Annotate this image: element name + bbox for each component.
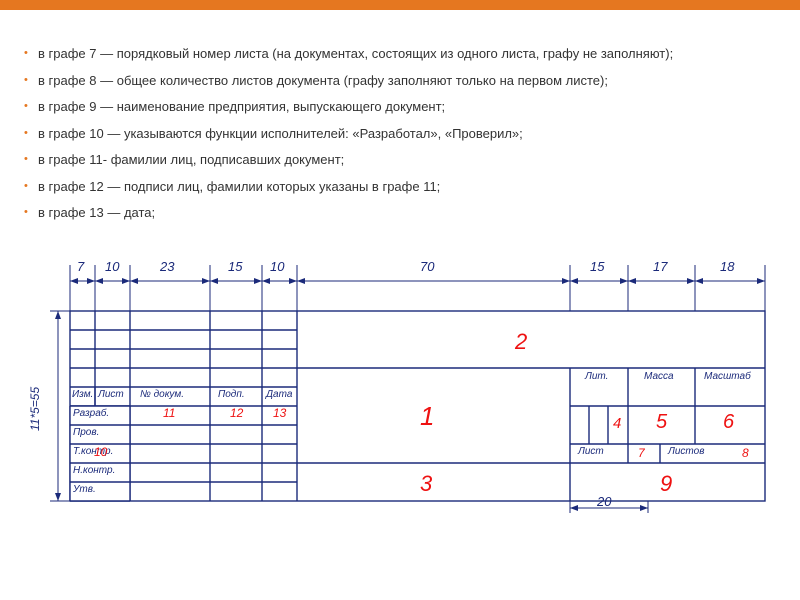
row-label: Пров. [73, 427, 99, 438]
col-label: Дата [266, 389, 292, 400]
title-block-diagram: 7 10 23 15 10 70 15 17 18 11*5=55 Изм. Л… [20, 251, 780, 521]
bullet-item: в графе 7 — порядковый номер листа (на д… [24, 44, 776, 64]
dim-label: 20 [597, 494, 611, 509]
zone-number: 3 [420, 471, 432, 497]
dim-label: 10 [270, 259, 284, 274]
zone-number: 5 [656, 411, 667, 434]
zone-number: 7 [638, 446, 645, 460]
orange-top-bar [0, 0, 800, 10]
col-label: Лист [98, 389, 124, 400]
dim-label: 10 [105, 259, 119, 274]
zone-number: 6 [723, 411, 734, 434]
row-label: Разраб. [73, 408, 109, 419]
bullet-item: в графе 12 — подписи лиц, фамилии которы… [24, 177, 776, 197]
bullet-item: в графе 8 — общее количество листов доку… [24, 71, 776, 91]
dim-label: 17 [653, 259, 667, 274]
cell-label: Масса [644, 371, 674, 382]
dim-label: 7 [77, 259, 84, 274]
dim-label: 70 [420, 259, 434, 274]
dim-label: 23 [160, 259, 174, 274]
cell-label: Лит. [585, 371, 608, 382]
zone-number: 11 [163, 406, 175, 420]
zone-number: 4 [613, 415, 621, 432]
bullet-item: в графе 11- фамилии лиц, подписавших док… [24, 150, 776, 170]
col-label: № докум. [140, 389, 184, 400]
zone-number: 8 [742, 446, 749, 460]
bullet-item: в графе 10 — указываются функции исполни… [24, 124, 776, 144]
bullet-item: в графе 9 — наименование предприятия, вы… [24, 97, 776, 117]
cell-label: Лист [578, 446, 604, 457]
zone-number: 13 [273, 406, 286, 420]
dim-label: 18 [720, 259, 734, 274]
zone-number: 12 [230, 406, 243, 420]
col-label: Изм. [72, 389, 93, 400]
side-dim: 11*5=55 [28, 386, 42, 430]
bullet-item: в графе 13 — дата; [24, 203, 776, 223]
dim-label: 15 [590, 259, 604, 274]
row-label: Н.контр. [73, 465, 115, 476]
zone-number: 1 [420, 401, 434, 432]
col-label: Подп. [218, 389, 245, 400]
zone-number: 10 [94, 445, 107, 459]
cell-label: Листов [668, 446, 704, 457]
row-label: Утв. [73, 484, 96, 495]
bullet-list: в графе 7 — порядковый номер листа (на д… [0, 23, 800, 238]
zone-number: 9 [660, 471, 672, 497]
cell-label: Масштаб [704, 371, 751, 382]
dim-label: 15 [228, 259, 242, 274]
zone-number: 2 [515, 329, 527, 355]
